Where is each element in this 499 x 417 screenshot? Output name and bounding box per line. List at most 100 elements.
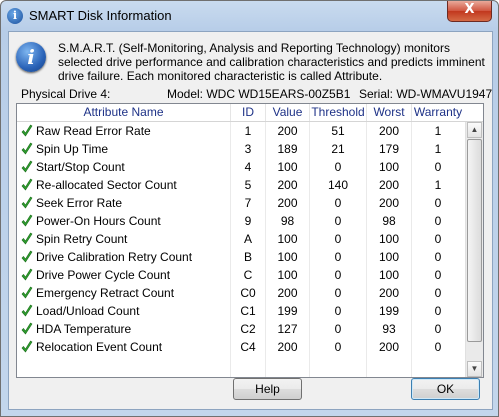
id-cell: C <box>243 268 253 282</box>
check-icon <box>21 124 33 137</box>
table-row[interactable]: Drive Calibration Retry Count B 100 0 100 0 <box>17 248 483 266</box>
table-row[interactable]: Spin Up Time 3 189 21 179 1 <box>17 140 483 158</box>
table-row[interactable]: Drive Power Cycle Count C 100 0 100 0 <box>17 266 483 284</box>
table-row[interactable]: Re-allocated Sector Count 5 200 140 200 1 <box>17 176 483 194</box>
value-cell: 100 <box>277 160 298 174</box>
value-cell: 199 <box>277 304 298 318</box>
header-threshold[interactable]: Threshold <box>310 104 367 121</box>
table-row[interactable]: Spin Retry Count A 100 0 100 0 <box>17 230 483 248</box>
check-icon <box>21 232 33 245</box>
value-cell: 98 <box>280 214 295 228</box>
check-icon <box>21 196 33 209</box>
worst-cell: 179 <box>378 142 400 156</box>
threshold-cell: 140 <box>327 178 349 192</box>
table-row[interactable]: Start/Stop Count 4 100 0 100 0 <box>17 158 483 176</box>
warranty-cell: 1 <box>434 124 442 138</box>
header-attribute-name[interactable]: Attribute Name <box>17 104 231 121</box>
window-title: SMART Disk Information <box>29 8 172 23</box>
check-icon <box>21 214 33 227</box>
warranty-cell: 0 <box>434 250 442 264</box>
threshold-cell: 0 <box>334 214 342 228</box>
header-value[interactable]: Value <box>266 104 310 121</box>
threshold-cell: 51 <box>331 124 345 138</box>
check-icon <box>21 322 33 335</box>
worst-cell: 200 <box>378 196 400 210</box>
warranty-cell: 0 <box>434 232 442 246</box>
attributes-table[interactable]: Attribute Name ID Value Threshold Worst … <box>16 103 484 378</box>
value-cell: 200 <box>277 286 298 300</box>
value-cell: 200 <box>277 124 298 138</box>
check-icon <box>21 268 33 281</box>
attribute-name-cell: Relocation Event Count <box>36 340 163 354</box>
attribute-name-cell: Load/Unload Count <box>36 304 140 318</box>
worst-cell: 100 <box>378 250 400 264</box>
table-header: Attribute Name ID Value Threshold Worst … <box>17 104 483 122</box>
information-icon: i <box>16 42 46 72</box>
id-cell: 3 <box>244 142 252 156</box>
header-warranty[interactable]: Warranty <box>412 104 464 121</box>
worst-cell: 98 <box>382 214 396 228</box>
scroll-down-icon[interactable]: ▼ <box>467 361 482 377</box>
threshold-cell: 0 <box>334 196 342 210</box>
header-id[interactable]: ID <box>231 104 266 121</box>
warranty-cell: 0 <box>434 214 442 228</box>
id-cell: 7 <box>244 196 252 210</box>
title-bar[interactable]: i SMART Disk Information X <box>1 1 498 31</box>
header-worst[interactable]: Worst <box>367 104 412 121</box>
table-row[interactable]: Load/Unload Count C1 199 0 199 0 <box>17 302 483 320</box>
value-cell: 200 <box>277 178 298 192</box>
vertical-scrollbar[interactable]: ▲ ▼ <box>465 122 483 377</box>
check-icon <box>21 160 33 173</box>
check-icon <box>21 178 33 191</box>
worst-cell: 100 <box>378 160 400 174</box>
warranty-cell: 0 <box>434 268 442 282</box>
threshold-cell: 0 <box>334 250 342 264</box>
check-icon <box>21 250 33 263</box>
warranty-cell: 1 <box>434 178 442 192</box>
check-icon <box>21 304 33 317</box>
table-row[interactable]: Emergency Retract Count C0 200 0 200 0 <box>17 284 483 302</box>
scroll-thumb[interactable] <box>467 139 482 342</box>
threshold-cell: 0 <box>334 322 342 336</box>
id-cell: C1 <box>240 304 256 318</box>
serial-label: Serial: WD-WMAVU1947421 <box>359 87 492 101</box>
id-cell: 9 <box>244 214 252 228</box>
attribute-name-cell: Raw Read Error Rate <box>36 124 151 138</box>
id-cell: 4 <box>244 160 252 174</box>
threshold-cell: 21 <box>331 142 345 156</box>
check-icon <box>21 142 33 155</box>
worst-cell: 100 <box>378 232 400 246</box>
table-row[interactable]: HDA Temperature C2 127 0 93 0 <box>17 320 483 338</box>
threshold-cell: 0 <box>334 268 342 282</box>
table-row[interactable]: Relocation Event Count C4 200 0 200 0 <box>17 338 483 356</box>
ok-button[interactable]: OK <box>411 378 480 400</box>
model-label: Model: WDC WD15EARS-00Z5B1 <box>167 87 351 101</box>
warranty-cell: 0 <box>434 322 442 336</box>
threshold-cell: 0 <box>334 160 342 174</box>
worst-cell: 200 <box>378 124 400 138</box>
table-row[interactable]: Raw Read Error Rate 1 200 51 200 1 <box>17 122 483 140</box>
info-icon: i <box>7 8 23 24</box>
table-row[interactable]: Power-On Hours Count 9 98 0 98 0 <box>17 212 483 230</box>
threshold-cell: 0 <box>334 286 342 300</box>
id-cell: 5 <box>244 178 252 192</box>
threshold-cell: 0 <box>334 340 342 354</box>
attribute-name-cell: Power-On Hours Count <box>36 214 161 228</box>
scroll-up-icon[interactable]: ▲ <box>467 122 482 138</box>
close-button[interactable]: X <box>447 1 492 22</box>
value-cell: 200 <box>277 340 298 354</box>
value-cell: 189 <box>277 142 298 156</box>
table-row[interactable]: Seek Error Rate 7 200 0 200 0 <box>17 194 483 212</box>
id-cell: A <box>243 232 252 246</box>
id-cell: C0 <box>240 286 256 300</box>
physical-drive-label: Physical Drive 4: <box>21 87 111 101</box>
attribute-name-cell: Spin Up Time <box>36 142 109 156</box>
attribute-name-cell: Drive Power Cycle Count <box>36 268 171 282</box>
attribute-name-cell: Seek Error Rate <box>36 196 123 210</box>
worst-cell: 93 <box>382 322 396 336</box>
check-icon <box>21 286 33 299</box>
smart-dialog-window: i SMART Disk Information X i S.M.A.R.T. … <box>0 0 499 417</box>
help-button[interactable]: Help <box>233 378 302 400</box>
attribute-name-cell: Drive Calibration Retry Count <box>36 250 193 264</box>
worst-cell: 200 <box>378 340 400 354</box>
